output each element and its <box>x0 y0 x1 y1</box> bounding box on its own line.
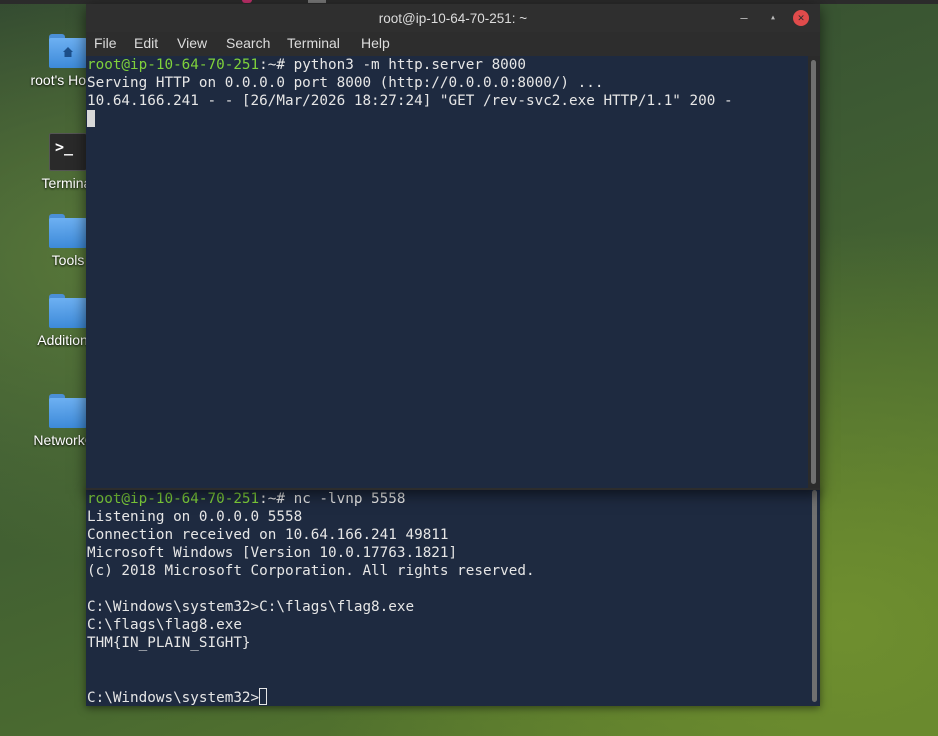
close-icon[interactable]: ✕ <box>793 10 809 26</box>
output-line: Connection received on 10.64.166.241 498… <box>87 527 449 543</box>
terminal-command-line: root@ip-10-64-70-251:~# python3 -m http.… <box>87 56 733 74</box>
prompt-suffix: :~# <box>259 57 294 73</box>
output-line: Serving HTTP on 0.0.0.0 port 8000 (http:… <box>87 75 604 91</box>
prompt-user-host: root@ip-10-64-70-251 <box>87 57 260 73</box>
home-folder-icon <box>49 34 87 68</box>
panel-indicator-2 <box>308 0 326 3</box>
windows-prompt: C:\Windows\system32> <box>87 690 260 706</box>
terminal-window-http-server[interactable]: root@ip-10-64-70-251: ~ – ▴ ✕ File Edit … <box>86 4 820 490</box>
maximize-icon[interactable]: ▴ <box>765 10 781 26</box>
minimize-icon[interactable]: – <box>736 10 752 26</box>
output-line: Listening on 0.0.0.0 5558 <box>87 509 303 525</box>
terminal-icon: >_ <box>49 133 87 171</box>
folder-icon <box>49 294 87 328</box>
text-cursor <box>87 110 95 127</box>
output-line: C:\flags\flag8.exe <box>87 617 242 633</box>
terminal-output: root@ip-10-64-70-251:~# nc -lvnp 5558 Li… <box>87 490 535 706</box>
terminal-output: root@ip-10-64-70-251:~# python3 -m http.… <box>87 56 733 128</box>
folder-icon <box>49 214 87 248</box>
terminal-window-listener[interactable]: root@ip-10-64-70-251:~# nc -lvnp 5558 Li… <box>86 486 820 706</box>
menu-bar: File Edit View Search Terminal Help <box>86 32 820 56</box>
folder-icon <box>49 394 87 428</box>
output-line: (c) 2018 Microsoft Corporation. All righ… <box>87 563 535 579</box>
text-cursor <box>259 688 268 705</box>
menu-help[interactable]: Help <box>361 34 390 52</box>
menu-file[interactable]: File <box>94 34 117 52</box>
output-line: C:\Windows\system32>C:\flags\flag8.exe <box>87 599 415 615</box>
menu-terminal[interactable]: Terminal <box>287 34 340 52</box>
command-text: python3 -m http.server 8000 <box>293 57 526 73</box>
output-line: Microsoft Windows [Version 10.0.17763.18… <box>87 545 458 561</box>
menu-edit[interactable]: Edit <box>134 34 158 52</box>
prompt-user-host: root@ip-10-64-70-251 <box>87 491 260 507</box>
windows-prompt-line[interactable]: C:\Windows\system32> <box>87 688 535 706</box>
scrollbar-thumb[interactable] <box>811 60 816 484</box>
flag-output-line: THM{IN_PLAIN_SIGHT} <box>87 635 251 651</box>
command-text: nc -lvnp 5558 <box>293 491 406 507</box>
prompt-suffix: :~# <box>259 491 294 507</box>
cursor-line <box>87 110 733 128</box>
scrollbar[interactable] <box>808 56 820 488</box>
menu-view[interactable]: View <box>177 34 207 52</box>
terminal-area[interactable]: root@ip-10-64-70-251:~# python3 -m http.… <box>86 56 808 488</box>
title-bar[interactable]: root@ip-10-64-70-251: ~ – ▴ ✕ <box>86 4 820 32</box>
scrollbar[interactable] <box>812 490 817 702</box>
terminal-command-line: root@ip-10-64-70-251:~# nc -lvnp 5558 <box>87 490 535 508</box>
menu-search[interactable]: Search <box>226 34 270 52</box>
output-line: 10.64.166.241 - - [26/Mar/2026 18:27:24]… <box>87 93 733 109</box>
window-title: root@ip-10-64-70-251: ~ <box>378 11 528 26</box>
panel-indicator <box>242 0 252 3</box>
